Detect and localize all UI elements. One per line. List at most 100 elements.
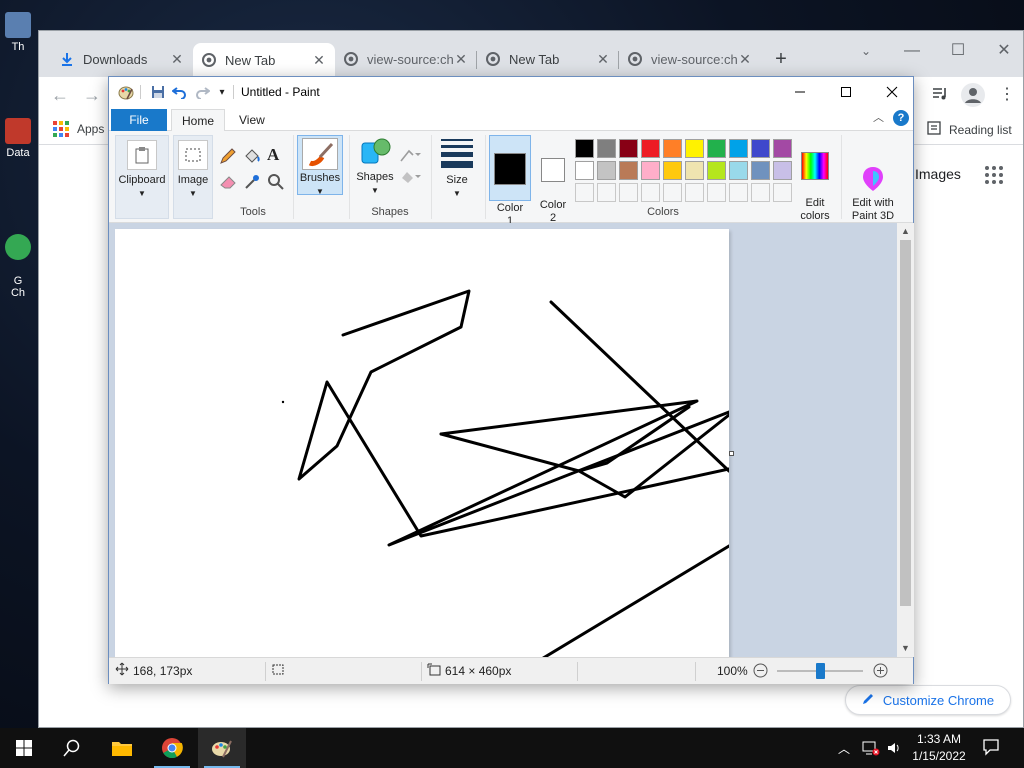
custom-color-slot[interactable] [597,183,616,202]
scroll-thumb[interactable] [900,240,911,606]
image-button[interactable]: Image ▼ [173,135,213,219]
file-explorer-icon[interactable] [98,728,146,768]
tab-search-icon[interactable]: ⌄ [843,37,889,65]
forward-icon[interactable]: → [83,85,103,105]
apps-bookmark[interactable]: Apps [53,121,104,137]
palette-swatch[interactable] [707,139,726,158]
palette-swatch[interactable] [751,161,770,180]
fill-tool-icon[interactable] [243,147,261,168]
close-tab-icon[interactable]: ✕ [169,51,185,68]
tab-view-source-2[interactable]: view-source:ch ✕ [619,43,761,75]
custom-color-slot[interactable] [663,183,682,202]
palette-swatch[interactable] [773,139,792,158]
customize-chrome-button[interactable]: Customize Chrome [845,685,1011,715]
custom-color-slot[interactable] [641,183,660,202]
shapes-button[interactable]: Shapes ▼ [353,135,397,195]
tab-new-tab[interactable]: New Tab ✕ [193,43,335,77]
palette-swatch[interactable] [597,139,616,158]
pencil-tool-icon[interactable] [219,147,237,168]
palette-swatch[interactable] [685,139,704,158]
google-apps-icon[interactable] [985,166,1003,184]
palette-swatch[interactable] [729,161,748,180]
chrome-close-button[interactable]: ✕ [981,37,1024,65]
palette-swatch[interactable] [729,139,748,158]
palette-swatch[interactable] [641,139,660,158]
text-tool-icon[interactable]: A [267,145,279,165]
system-clock[interactable]: 1:33 AM 1/15/2022 [906,731,972,765]
paint-maximize-button[interactable] [823,77,869,107]
color2-button[interactable]: Color 2 [533,135,573,224]
scroll-down-icon[interactable]: ▼ [897,640,914,657]
tab-view[interactable]: View [229,109,275,131]
palette-swatch[interactable] [773,161,792,180]
tab-home[interactable]: Home [171,109,226,132]
close-tab-icon[interactable]: ✕ [737,51,753,68]
palette-swatch[interactable] [619,139,638,158]
paint-close-button[interactable] [869,77,915,107]
palette-swatch[interactable] [685,161,704,180]
file-tab[interactable]: File [111,109,167,131]
volume-icon[interactable] [886,740,902,759]
chrome-taskbar-icon[interactable] [148,728,196,768]
paint-taskbar-icon[interactable] [198,728,246,768]
close-tab-icon[interactable]: ✕ [453,51,469,68]
new-tab-button[interactable]: + [767,45,795,73]
drawing-canvas[interactable] [115,229,731,657]
edit-colors-button[interactable]: Edit colors [795,135,835,222]
palette-swatch[interactable] [575,139,594,158]
custom-color-slot[interactable] [751,183,770,202]
collapse-ribbon-icon[interactable]: ︿ [873,109,884,125]
palette-swatch[interactable] [663,161,682,180]
zoom-in-icon[interactable] [873,663,888,681]
back-icon[interactable]: ← [51,85,71,105]
show-hidden-icons[interactable]: ︿ [838,740,850,757]
search-icon[interactable] [48,728,96,768]
vertical-scrollbar[interactable]: ▲ ▼ [897,223,914,657]
palette-swatch[interactable] [619,161,638,180]
network-icon[interactable] [862,740,880,759]
media-control-icon[interactable] [931,85,951,105]
start-button[interactable] [0,728,48,768]
scroll-up-icon[interactable]: ▲ [897,223,914,240]
chrome-maximize-button[interactable]: ☐ [935,37,981,65]
size-button[interactable]: Size ▼ [437,135,477,198]
undo-icon[interactable] [171,83,189,101]
custom-color-slot[interactable] [685,183,704,202]
custom-color-slot[interactable] [575,183,594,202]
reading-list-button[interactable]: Reading list [927,121,1012,138]
magnifier-tool-icon[interactable] [267,173,285,194]
profile-avatar[interactable] [961,83,985,107]
color-picker-icon[interactable] [243,173,261,194]
help-icon[interactable]: ? [893,110,909,126]
palette-swatch[interactable] [663,139,682,158]
palette-swatch[interactable] [751,139,770,158]
canvas-resize-handle[interactable] [729,451,734,456]
desktop-icon-2[interactable]: Data [0,118,36,159]
save-icon[interactable] [149,83,167,101]
chrome-minimize-button[interactable]: — [889,37,935,65]
zoom-slider-thumb[interactable] [816,663,825,679]
tab-view-source[interactable]: view-source:ch ✕ [335,43,477,75]
custom-color-slot[interactable] [707,183,726,202]
palette-swatch[interactable] [707,161,726,180]
palette-swatch[interactable] [575,161,594,180]
custom-color-slot[interactable] [619,183,638,202]
paint-minimize-button[interactable] [777,77,823,107]
desktop-icon-3[interactable]: G Ch [0,222,36,299]
close-tab-icon[interactable]: ✕ [595,51,611,68]
eraser-tool-icon[interactable] [219,173,237,194]
notifications-icon[interactable] [982,738,1000,759]
tab-downloads[interactable]: Downloads ✕ [51,43,193,75]
edit-with-paint3d-button[interactable]: Edit with Paint 3D [845,135,901,222]
close-tab-icon[interactable]: ✕ [311,52,327,69]
images-link[interactable]: Images [915,166,961,182]
customize-quick-access-icon[interactable]: ▾ [213,83,231,101]
zoom-out-icon[interactable] [753,663,768,681]
outline-icon[interactable] [399,147,421,166]
palette-swatch[interactable] [597,161,616,180]
tab-new-tab-2[interactable]: New Tab ✕ [477,43,619,75]
color1-button[interactable]: Color 1 [489,135,531,227]
chrome-menu-icon[interactable]: ⋮ [999,83,1015,107]
custom-color-slot[interactable] [729,183,748,202]
brushes-button[interactable]: Brushes ▼ [297,135,343,196]
